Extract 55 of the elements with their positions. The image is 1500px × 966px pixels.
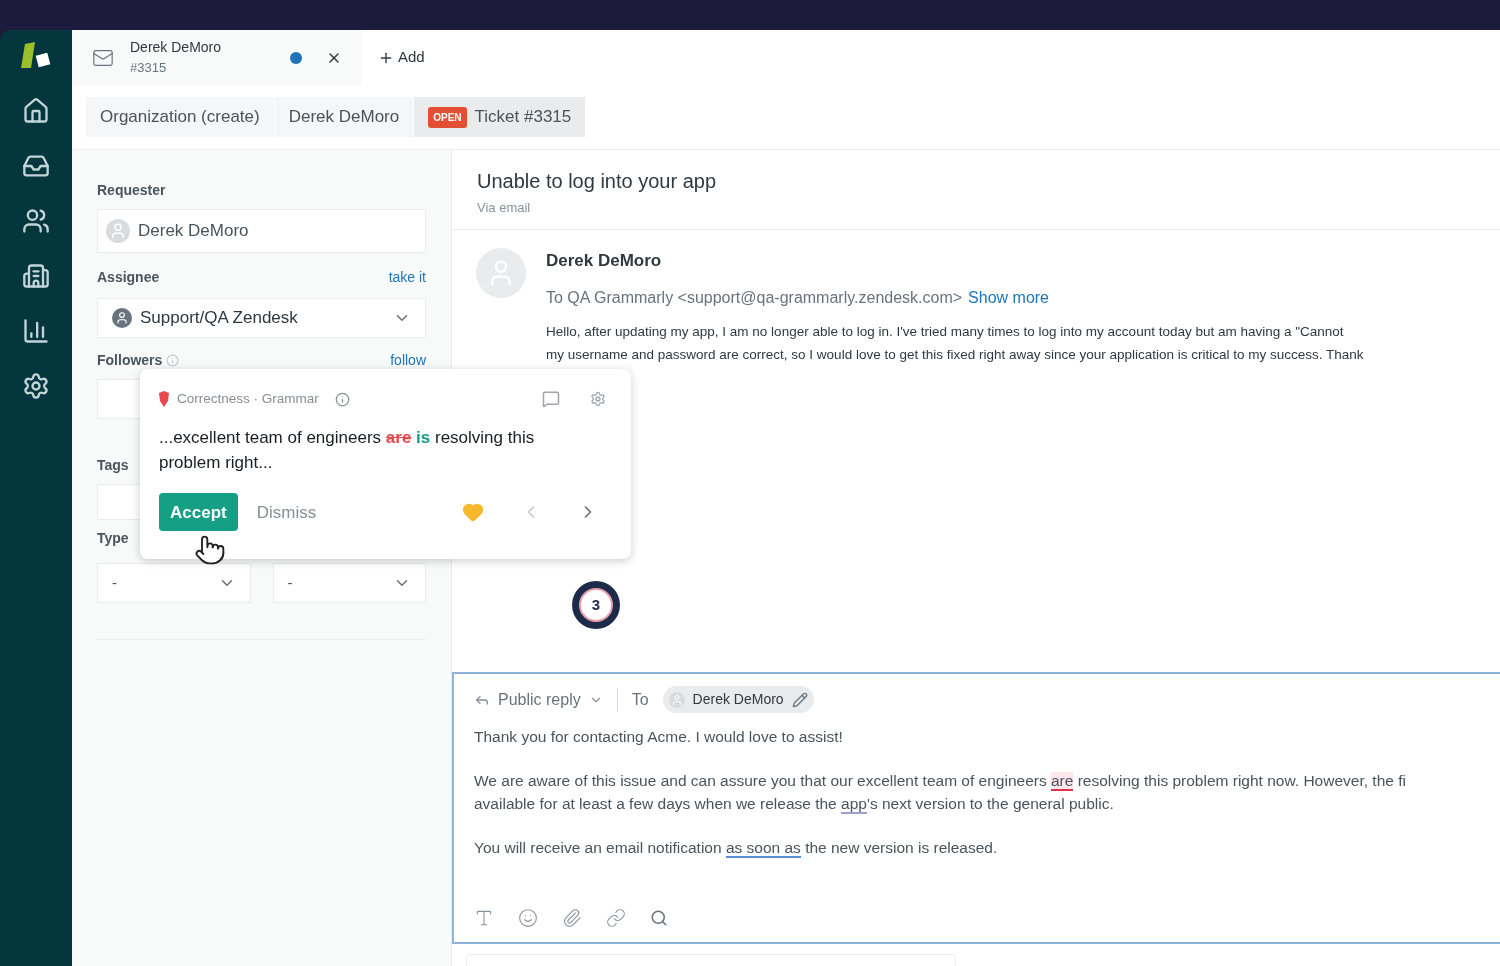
select-dropdown[interactable]: - [97, 563, 251, 603]
recipient-chip[interactable]: Derek DeMoro [662, 686, 814, 713]
tab-subtitle: #3315 [130, 59, 168, 78]
requester-field[interactable]: Derek DeMoro [97, 209, 426, 253]
select-dropdown[interactable]: - [272, 563, 426, 603]
logo-icon [19, 42, 53, 70]
reply-text-line: Thank you for contacting Acme. I would love to assist! [474, 727, 844, 747]
bar-chart-icon[interactable] [22, 317, 50, 345]
ticket-tab[interactable]: Derek DeMoro #3315 [72, 30, 362, 85]
info-icon [166, 354, 180, 367]
reply-mode-dropdown[interactable]: Public reply [474, 687, 618, 712]
reply-text-line: You will receive an email notification as soon as the new version is released. [474, 838, 999, 859]
assignee-dropdown[interactable]: Support/QA Zendesk [97, 298, 426, 338]
home-icon[interactable] [22, 97, 50, 125]
breadcrumb-tab[interactable]: Derek DeMoro [274, 97, 415, 137]
field-label: Type [97, 529, 129, 548]
field-label: Followers [97, 351, 163, 370]
avatar-icon [106, 219, 130, 243]
author-name: Derek DeMoro [546, 250, 663, 272]
breadcrumb-tab[interactable]: OPEN Ticket #3315 [414, 97, 587, 137]
paperclip-icon[interactable] [562, 908, 582, 928]
breadcrumb-tab[interactable]: Organization (create) [86, 97, 275, 137]
add-tab-button[interactable]: Add [378, 46, 425, 69]
message-line: Hello, after updating my app, I am no longer able to log in. I've tried many times to log into my account today but am having a "Cannot [546, 322, 1345, 341]
show-more-link[interactable]: Show more [968, 285, 1049, 310]
reply-text-line: available for at least a few days when we release the app's next version to the general public. [474, 794, 1115, 815]
feedback-icon[interactable] [542, 390, 560, 409]
tab-title: Derek DeMoro [130, 38, 223, 58]
avatar-icon [112, 308, 132, 328]
avatar-icon [668, 691, 685, 708]
suggestion-text: ...excellent team of engineers are is resolving this problem right... [159, 427, 536, 475]
link-icon[interactable] [606, 908, 626, 928]
ticket-subject: Unable to log into your app [477, 169, 718, 194]
emoji-icon[interactable] [518, 908, 538, 928]
text-format-icon[interactable] [474, 908, 494, 928]
reply-editor[interactable] [452, 672, 1500, 944]
follow-link[interactable]: follow [390, 350, 426, 371]
pencil-icon[interactable] [791, 691, 808, 708]
suggestion-category: Correctness · Grammar [177, 390, 319, 408]
field-label: Requester [97, 181, 166, 200]
building-icon[interactable] [22, 262, 50, 290]
message-line: my username and password are correct, so I would love to get this fixed right away since your application is critical to my success. Thank [546, 345, 1364, 364]
to-label: To [631, 689, 649, 710]
users-icon[interactable] [22, 207, 50, 235]
search-icon[interactable] [650, 909, 668, 927]
shield-icon [159, 391, 169, 408]
field-label: Assignee [97, 268, 160, 287]
recipient-line: To QA Grammarly <support@qa-grammarly.zendesk.com> [546, 287, 963, 308]
reply-text-line: We are aware of this issue and can assure you that our excellent team of engineers are resolving this problem right now. However, the fi [474, 771, 1407, 792]
channel-label: Via email [477, 199, 532, 217]
take-it-link[interactable]: take it [388, 267, 426, 288]
status-badge: OPEN [428, 106, 467, 128]
settings-icon[interactable] [22, 372, 50, 400]
field-label: Tags [97, 456, 129, 475]
info-icon [334, 391, 350, 407]
